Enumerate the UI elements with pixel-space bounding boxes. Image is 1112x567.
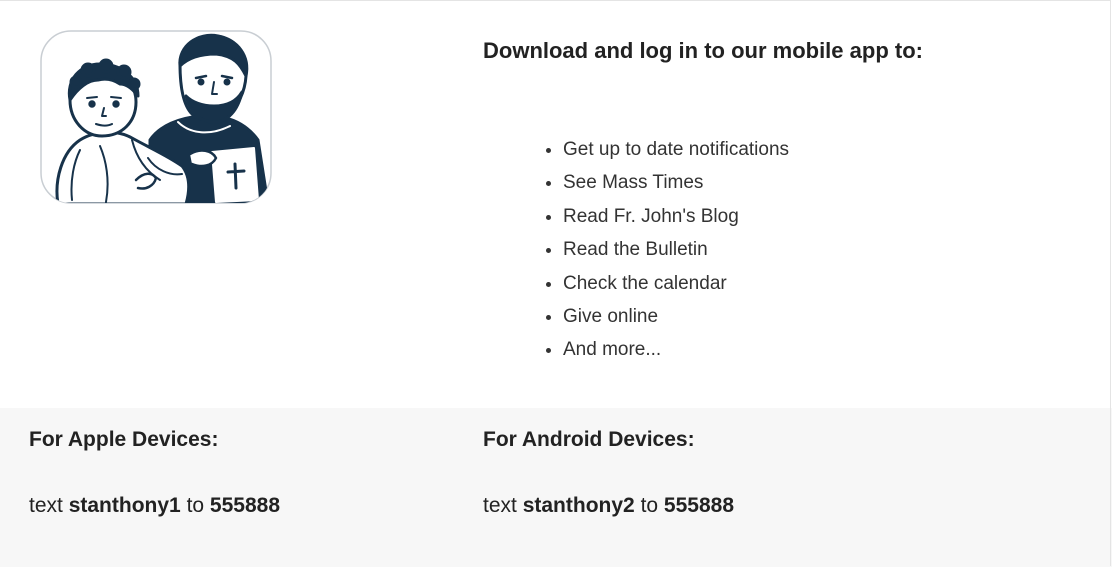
content-frame [0, 0, 1111, 566]
